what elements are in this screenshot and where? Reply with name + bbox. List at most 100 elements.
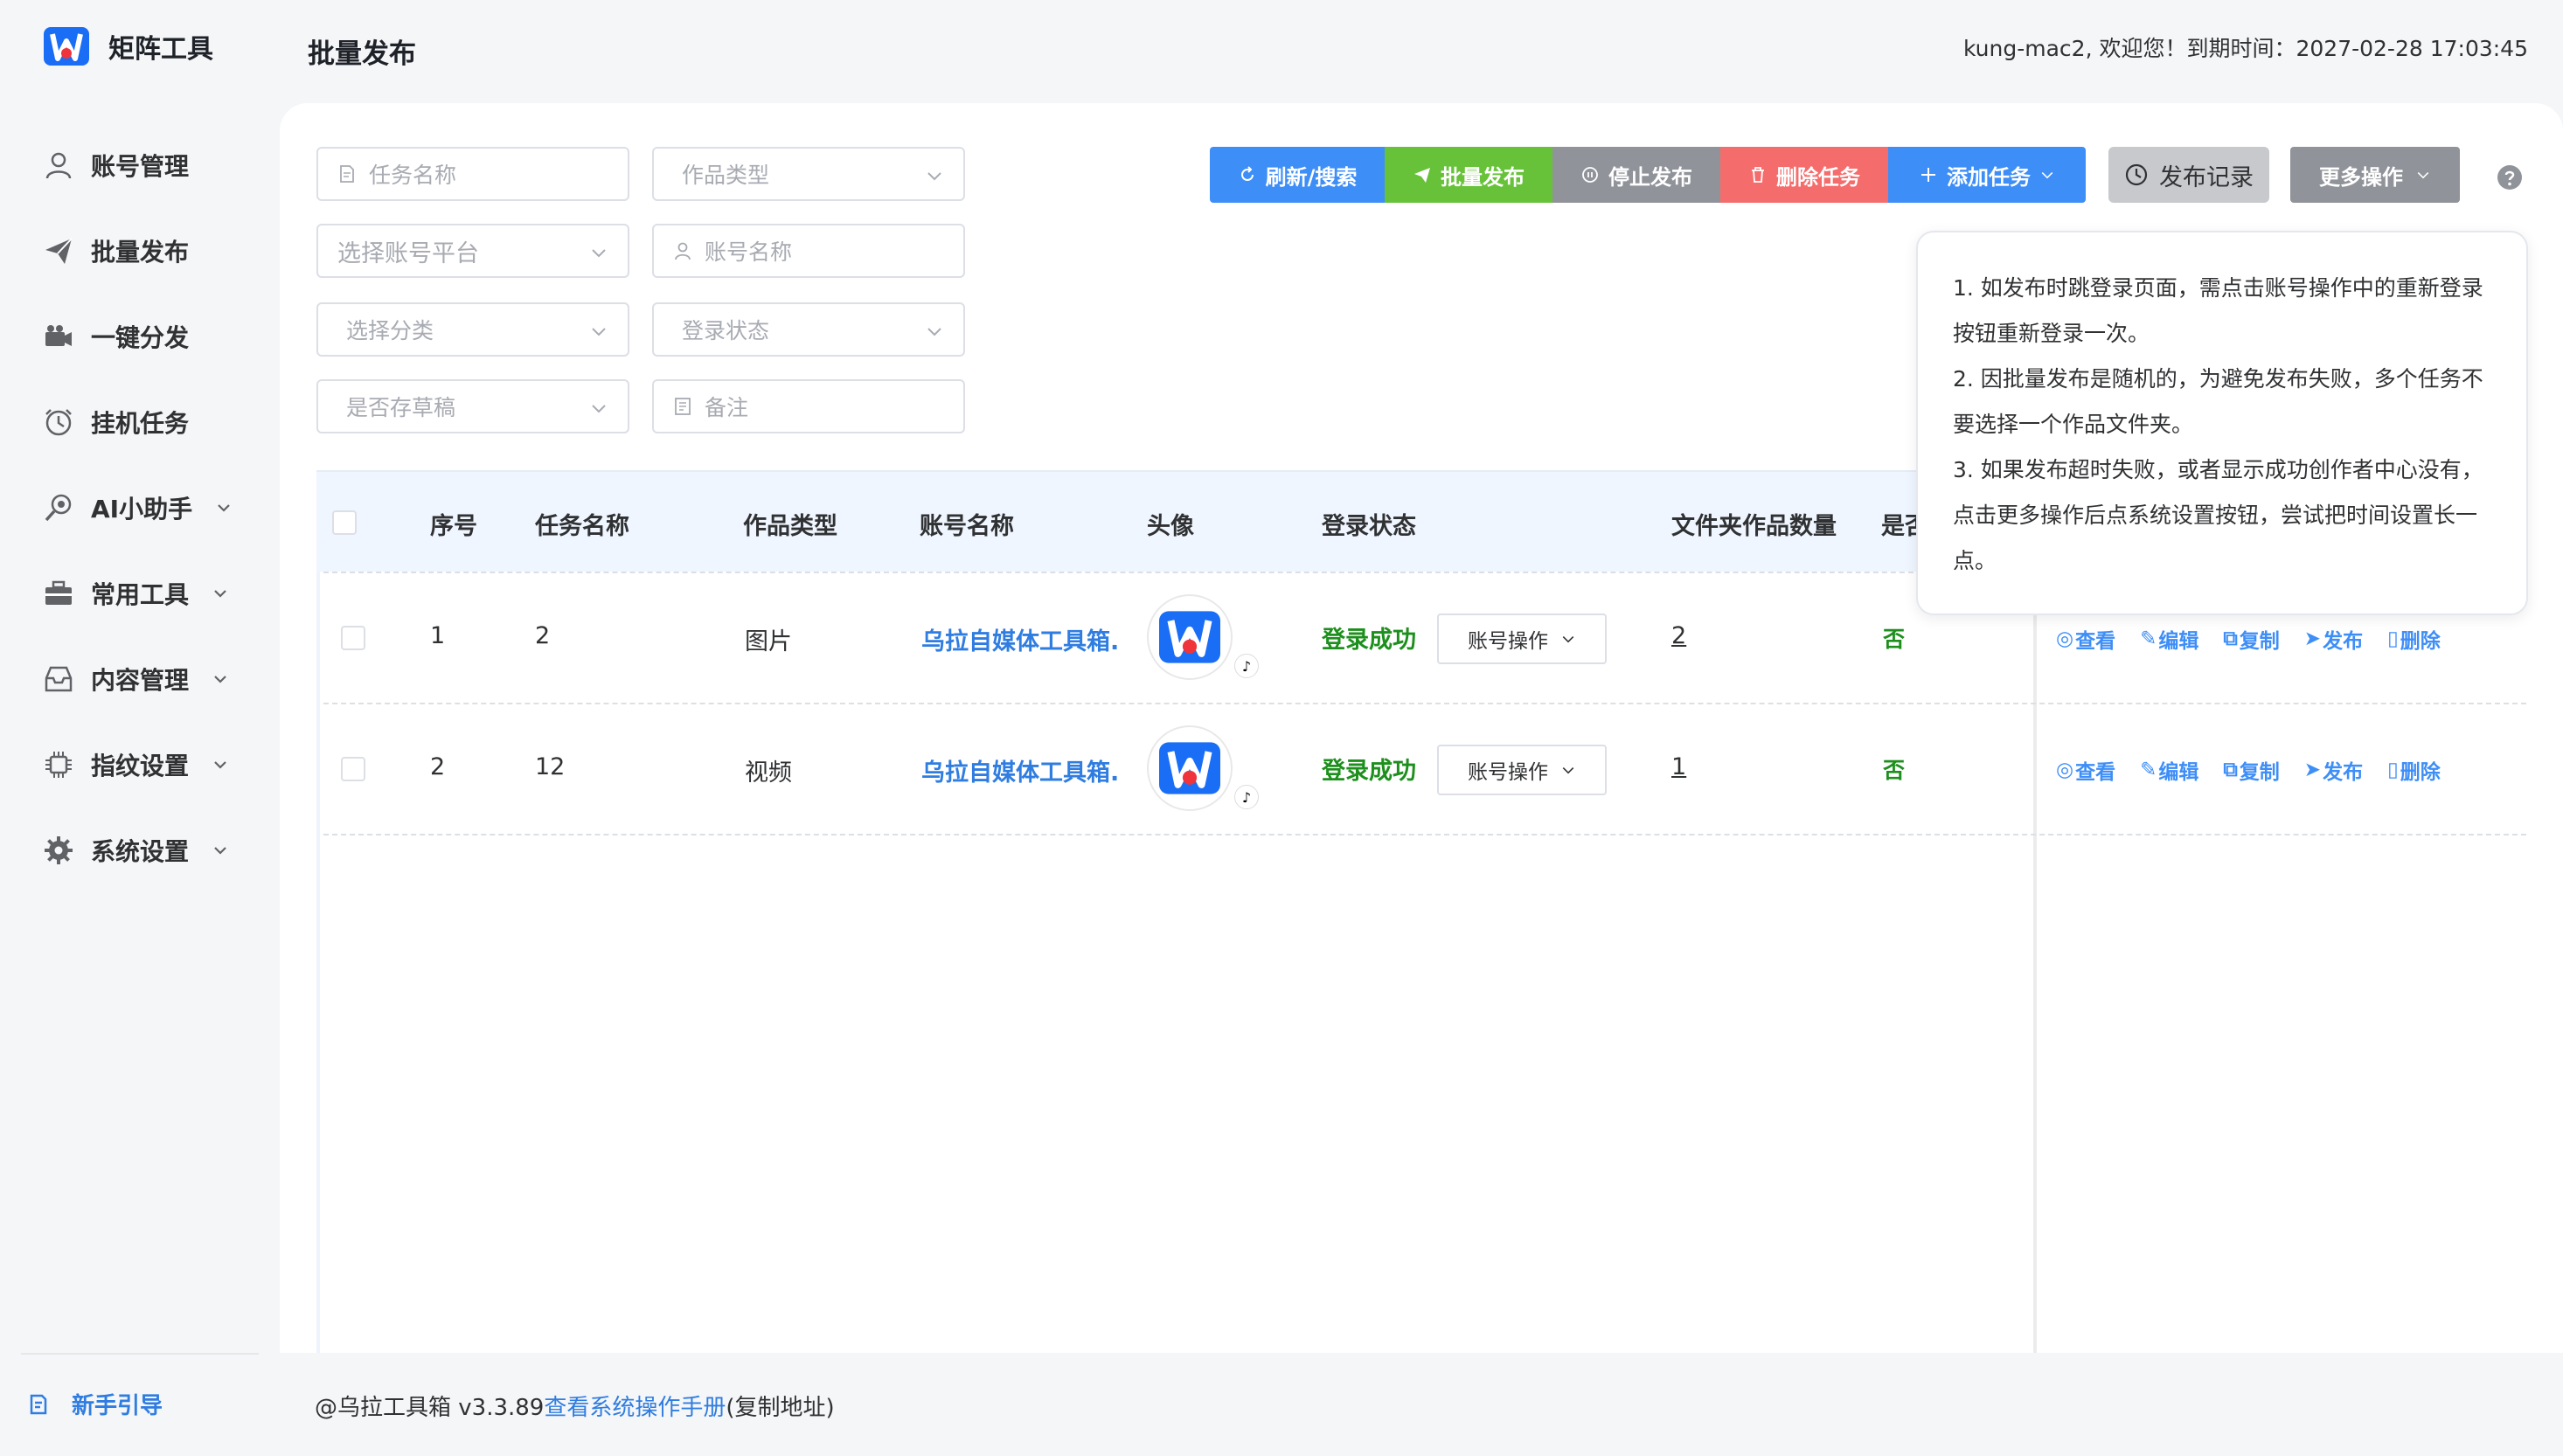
user-icon	[675, 242, 691, 260]
col-folder-count: 文件夹作品数量	[1671, 513, 1837, 540]
select-all-checkbox[interactable]	[332, 510, 357, 535]
account-link[interactable]: 乌拉自媒体工具箱.	[921, 753, 1119, 787]
sidebar-item-account[interactable]: 账号管理	[0, 122, 280, 208]
publish-action[interactable]: ➤ 发布	[2304, 755, 2363, 785]
row-actions: ◎ 查看 ✎ 编辑 ⧉ 复制 ➤ 发布 ▯ 删除	[2056, 624, 2441, 654]
guide-link[interactable]: 新手引导	[26, 1388, 163, 1420]
avatar	[1147, 725, 1233, 811]
login-status-placeholder: 登录状态	[682, 318, 770, 343]
edit-action[interactable]: ✎ 编辑	[2140, 624, 2198, 654]
cell-work-type: 视频	[745, 759, 792, 787]
delete-task-button[interactable]: 删除任务	[1720, 147, 1888, 203]
task-name-placeholder: 任务名称	[369, 163, 457, 188]
copy-label: 复制	[2239, 630, 2280, 653]
sidebar: 矩阵工具 账号管理 批量发布 一键分发 挂机任务 AI小助手 常用工具 内容管理…	[0, 0, 280, 1456]
sidebar-item-hang-task[interactable]: 挂机任务	[0, 379, 280, 465]
footer: @乌拉工具箱 v3.3.89查看系统操作手册(复制地址)	[315, 1390, 835, 1422]
platform-select[interactable]: 选择账号平台	[316, 224, 629, 278]
chevron-down-icon	[927, 328, 941, 336]
view-label: 查看	[2075, 630, 2116, 653]
add-task-button[interactable]: 添加任务	[1888, 147, 2086, 203]
toolbar: 刷新/搜索 批量发布 停止发布 删除任务 添加任务	[1210, 147, 2086, 203]
avatar	[1147, 594, 1233, 680]
sidebar-item-common-tools[interactable]: 常用工具	[0, 551, 280, 636]
note-icon	[675, 398, 691, 415]
inbox-icon	[42, 662, 75, 696]
draft-placeholder: 是否存草稿	[346, 395, 456, 420]
chevron-down-icon	[218, 504, 230, 512]
draft-value: 否	[1883, 627, 1906, 652]
work-type-placeholder: 作品类型	[682, 163, 770, 188]
tiktok-icon: ♪	[1234, 785, 1259, 809]
col-login-status: 登录状态	[1322, 513, 1416, 540]
account-name-input[interactable]: 账号名称	[652, 224, 965, 278]
chevron-down-icon	[592, 328, 606, 336]
publish-label: 发布	[2323, 630, 2364, 653]
login-status-select[interactable]: 登录状态	[652, 302, 965, 357]
stop-publish-label: 停止发布	[1608, 164, 1692, 190]
login-status-text: 登录成功	[1322, 627, 1416, 654]
batch-publish-button[interactable]: 批量发布	[1385, 147, 1552, 203]
delete-action[interactable]: ▯ 删除	[2387, 755, 2441, 785]
stop-publish-button[interactable]: 停止发布	[1552, 147, 1720, 203]
sidebar-item-system-settings[interactable]: 系统设置	[0, 808, 280, 893]
sidebar-item-ai-assistant[interactable]: AI小助手	[0, 465, 280, 551]
footer-version: @乌拉工具箱 v3.3.89	[315, 1395, 545, 1421]
sidebar-item-label: AI小助手	[91, 495, 193, 523]
gear-icon	[42, 834, 75, 867]
task-name-input[interactable]: 任务名称	[316, 147, 629, 201]
publish-action[interactable]: ➤ 发布	[2304, 624, 2363, 654]
delete-label: 删除	[2400, 630, 2441, 653]
camera-icon	[42, 320, 75, 353]
user-icon	[42, 149, 75, 182]
draft-select[interactable]: 是否存草稿	[316, 379, 629, 433]
account-op-dropdown[interactable]: 账号操作	[1437, 745, 1607, 795]
delete-task-label: 删除任务	[1776, 164, 1860, 190]
help-icon[interactable]	[2497, 164, 2523, 191]
publish-records-label: 发布记录	[2159, 163, 2254, 191]
category-placeholder: 选择分类	[346, 318, 434, 343]
chevron-down-icon	[592, 249, 606, 258]
ai-icon	[42, 491, 75, 524]
sidebar-item-distribute[interactable]: 一键分发	[0, 294, 280, 379]
view-action[interactable]: ◎ 查看	[2056, 624, 2115, 654]
account-link[interactable]: 乌拉自媒体工具箱.	[921, 622, 1119, 656]
work-type-select[interactable]: 作品类型	[652, 147, 965, 201]
more-actions-button[interactable]: 更多操作	[2290, 147, 2460, 203]
copy-action[interactable]: ⧉ 复制	[2223, 624, 2279, 654]
refresh-button[interactable]: 刷新/搜索	[1210, 147, 1385, 203]
document-icon	[340, 165, 354, 183]
table-left-border	[316, 572, 320, 1353]
folder-count-link[interactable]: 1	[1671, 753, 1686, 780]
sidebar-item-fingerprint[interactable]: 指纹设置	[0, 722, 280, 808]
category-select[interactable]: 选择分类	[316, 302, 629, 357]
account-op-dropdown[interactable]: 账号操作	[1437, 614, 1607, 664]
send-icon	[42, 234, 75, 267]
row-checkbox[interactable]	[341, 626, 365, 650]
remark-input[interactable]: 备注	[652, 379, 965, 433]
avatar-logo-icon	[1159, 611, 1220, 663]
manual-link[interactable]: 查看系统操作手册	[544, 1395, 726, 1421]
edit-action[interactable]: ✎ 编辑	[2140, 755, 2198, 785]
chevron-down-icon	[214, 676, 226, 683]
row-checkbox[interactable]	[341, 757, 365, 781]
folder-count-link[interactable]: 2	[1671, 622, 1686, 649]
clock-icon	[2125, 163, 2148, 186]
tooltip-line-3: 3. 如果发布超时失败，或者显示成功创作者中心没有，点击更多操作后点系统设置按钮…	[1953, 457, 2483, 573]
chevron-down-icon	[1562, 635, 1574, 643]
sidebar-item-content[interactable]: 内容管理	[0, 636, 280, 722]
edit-label: 编辑	[2158, 761, 2199, 784]
chevron-down-icon	[2417, 171, 2429, 179]
copy-action[interactable]: ⧉ 复制	[2223, 755, 2279, 785]
chevron-down-icon	[592, 405, 606, 413]
publish-records-button[interactable]: 发布记录	[2108, 147, 2269, 203]
sidebar-item-batch-publish[interactable]: 批量发布	[0, 208, 280, 294]
sidebar-item-label: 指纹设置	[91, 752, 190, 780]
account-op-label: 账号操作	[1468, 630, 1548, 653]
guide-icon	[30, 1394, 47, 1414]
add-task-label: 添加任务	[1947, 164, 2031, 190]
delete-action[interactable]: ▯ 删除	[2387, 624, 2441, 654]
col-index: 序号	[430, 513, 477, 540]
chevron-down-icon	[1562, 766, 1574, 774]
view-action[interactable]: ◎ 查看	[2056, 755, 2115, 785]
